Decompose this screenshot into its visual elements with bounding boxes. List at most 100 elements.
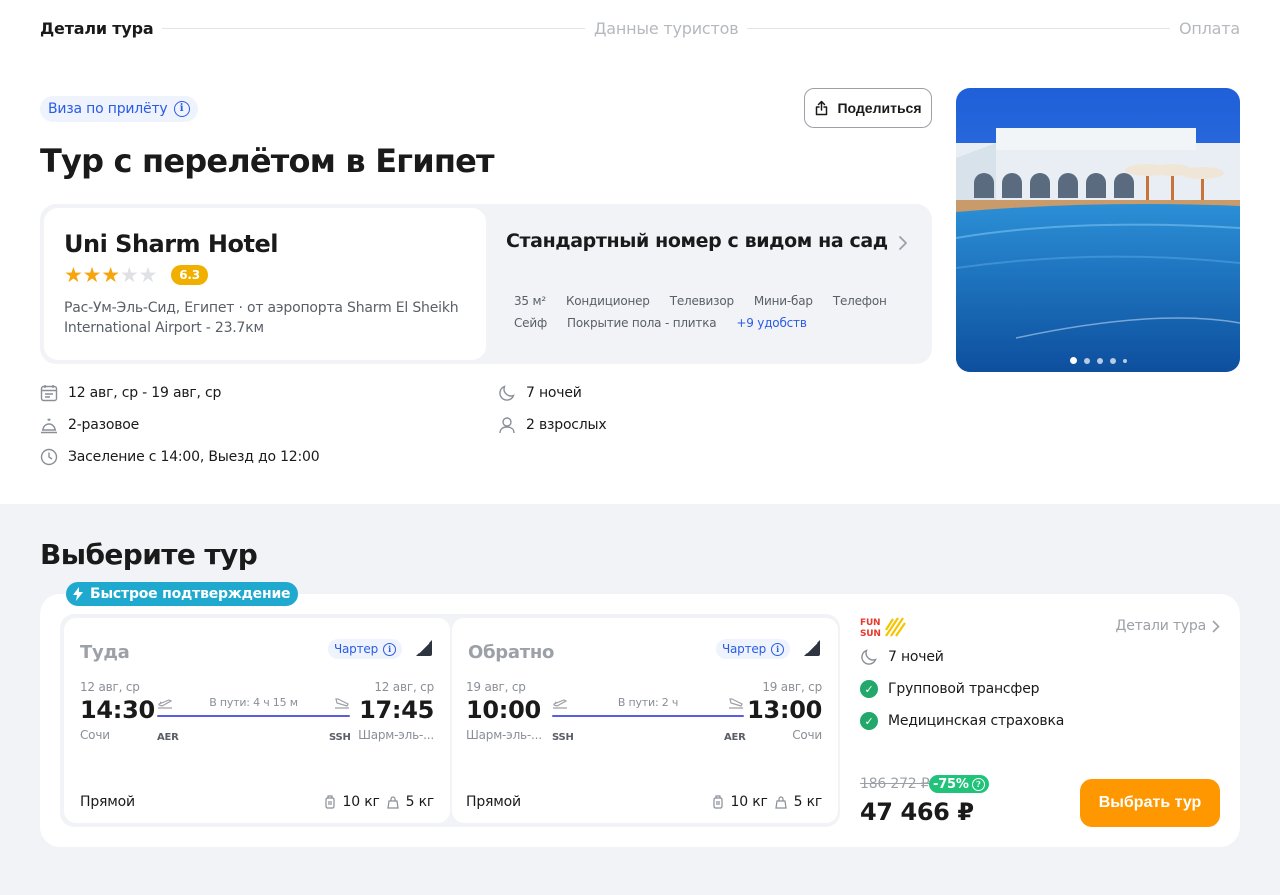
nights-text: 7 ночей [526,385,582,401]
info-icon[interactable]: ? [971,777,985,791]
charter-badge[interactable]: Чартер i [716,639,790,659]
flight-outbound[interactable]: Туда Чартер i 12 авг, ср 14:30 Сочи В пу… [64,618,450,823]
included-item: ✓ Групповой трансфер [860,680,1039,698]
progress-stepper: Детали тура Данные туристов Оплата [40,0,1240,56]
flight-inbound[interactable]: Обратно Чартер i 19 авг, ср 10:00 Шарм-э… [452,618,838,823]
rating-badge: 6.3 [171,265,208,285]
arrival-airport-code: SSH [329,732,351,743]
check-icon: ✓ [860,680,878,698]
nights-row: 7 ночей [860,648,944,666]
airline-logo-icon [804,640,820,656]
step-payment: Оплата [1178,18,1240,38]
star-empty-icon: ★ [119,262,139,287]
tour-details-link[interactable]: Детали тура [1116,618,1221,634]
checkin-row: Заселение с 14:00, Выезд до 12:00 [40,448,320,466]
amenity: Покрытие пола - плитка [567,316,717,330]
room-amenities: 35 м² Кондиционер Телевизор Мини-бар Тел… [514,294,914,330]
nights-text: 7 ночей [888,649,944,665]
departure-date: 12 авг, ср [80,680,140,694]
meals-row: 2-разовое [40,416,139,434]
clock-icon [40,448,58,466]
star-icon: ★ [101,262,120,287]
arrival-date: 19 авг, ср [762,680,822,694]
stepper-divider [162,27,585,29]
included-label: Медицинская страховка [888,713,1065,729]
dates-text: 12 авг, ср - 19 авг, ср [68,385,222,401]
amenity: Телевизор [669,294,734,308]
charter-label: Чартер [334,642,378,656]
departure-city: Шарм-эль-... [466,728,542,742]
airline-logo-icon [416,640,432,656]
charter-badge[interactable]: Чартер i [328,639,402,659]
flight-route: В пути: 2 ч [552,694,744,717]
departure-date: 19 авг, ср [466,680,526,694]
carousel-dot[interactable] [1122,358,1127,363]
amenity: 35 м² [514,294,546,308]
chevron-right-icon[interactable] [898,232,908,256]
lightning-icon [73,587,83,601]
arrival-time: 13:00 [747,696,822,724]
step-tourist-data: Данные туристов [593,18,739,38]
included-label: Групповой трансфер [888,681,1040,697]
baggage-weight: 10 кг [730,794,768,810]
tour-details-label: Детали тура [1115,618,1207,634]
baggage-info: 10 кг 5 кг [323,794,434,810]
flight-direction: Туда [80,642,130,663]
checkin-text: Заселение с 14:00, Выезд до 12:00 [68,449,320,465]
room-card[interactable]: Стандартный номер с видом на сад [506,230,916,252]
choose-tour-section: Выберите тур Быстрое подтверждение Туда … [0,504,1280,895]
carousel-dot[interactable] [1096,357,1103,364]
guests-text: 2 взрослых [526,417,607,433]
suitcase-icon [712,795,723,809]
departure-time: 10:00 [466,696,541,724]
flight-duration: В пути: 2 ч [617,696,679,709]
amenity: Мини-бар [753,294,813,308]
star-icon: ★ [82,262,102,287]
baggage-info: 10 кг 5 кг [711,794,822,810]
info-icon[interactable]: i [771,642,784,656]
amenity: Сейф [514,316,548,330]
landing-icon [335,698,349,709]
fast-confirmation-badge: Быстрое подтверждение [66,582,299,606]
nights-row: 7 ночей [498,384,582,402]
baggage-weight: 10 кг [342,794,380,810]
section-title: Выберите тур [40,538,258,571]
info-icon[interactable]: i [383,642,396,656]
arrival-airport-code: AER [724,732,746,743]
svg-text:FUN: FUN [860,618,880,628]
carousel-dot[interactable] [1109,357,1116,364]
arrival-date: 12 авг, ср [374,680,434,694]
departure-time: 14:30 [80,696,155,724]
handbag-icon [386,796,399,809]
route-line [552,715,744,717]
departure-city: Сочи [80,728,110,742]
route-line [157,715,350,717]
flight-type: Прямой [80,794,135,810]
carousel-dot-active[interactable] [1069,357,1077,364]
visa-badge[interactable]: Виза по прилёту i [40,96,198,122]
departure-airport-code: AER [157,732,179,743]
price: 47 466 ₽ [860,798,974,826]
page-title: Тур с перелётом в Египет [40,142,495,180]
flight-route: В пути: 4 ч 15 м [157,694,350,717]
charter-label: Чартер [722,642,766,656]
share-label: Поделиться [837,100,922,116]
stepper-divider [747,27,1170,29]
svg-text:SUN: SUN [860,629,881,638]
hotel-stars: ★ ★ ★ ★ ★ 6.3 [64,264,466,286]
hotel-card[interactable]: Uni Sharm Hotel ★ ★ ★ ★ ★ 6.3 Рас-Ум-Эль… [44,208,486,360]
guests-row: 2 взрослых [498,416,607,434]
share-button[interactable]: Поделиться [804,88,932,128]
tour-offer-card: Туда Чартер i 12 авг, ср 14:30 Сочи В пу… [40,594,1240,847]
carousel-dot[interactable] [1083,357,1090,364]
hotel-photo-carousel[interactable] [956,88,1240,372]
info-icon[interactable]: i [173,101,190,117]
hand-luggage-weight: 5 кг [405,794,435,810]
fun-sun-logo: FUN SUN [860,617,906,638]
discount-badge[interactable]: -75% ? [929,775,989,793]
room-title: Стандартный номер с видом на сад [506,230,888,252]
calendar-icon [40,384,58,402]
moon-icon [861,649,877,665]
select-tour-button[interactable]: Выбрать тур [1080,779,1220,827]
more-amenities-link[interactable]: +9 удобств [736,316,807,330]
